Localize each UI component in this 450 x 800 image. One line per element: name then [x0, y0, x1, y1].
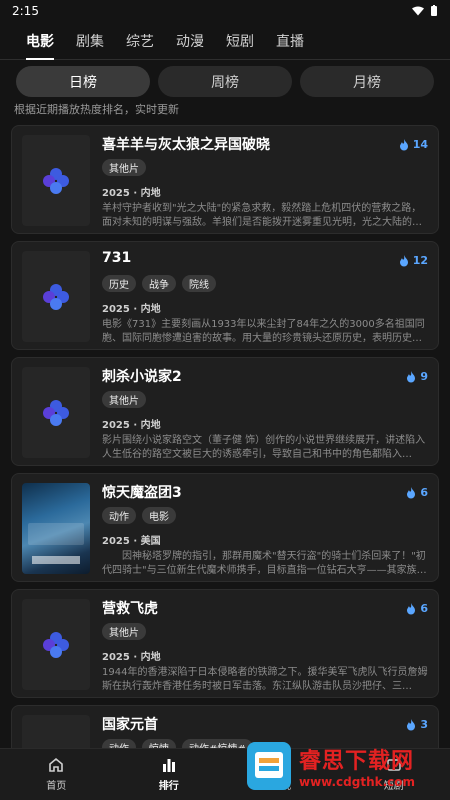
heat-value: 6 — [420, 486, 428, 499]
poster-figures — [28, 523, 84, 545]
rank-icon — [162, 759, 175, 772]
tab-series[interactable]: 剧集 — [76, 22, 104, 59]
nav-home-label: 首页 — [46, 781, 67, 792]
flame-icon — [407, 370, 416, 382]
thumbnail-placeholder — [22, 251, 90, 342]
genre-tag: 战争 — [142, 275, 176, 292]
monthly-rank-button[interactable]: 月榜 — [300, 66, 434, 97]
item-description: 1944年的香港深陷于日本侵略者的铁蹄之下。援华美军飞虎队飞行员詹姆斯在执行轰炸… — [102, 667, 428, 692]
watermark-text: 睿思下载网 www.cdgthk.com — [299, 743, 415, 789]
item-description: 羊村守护者收到"光之大陆"的紧急求救，毅然踏上危机四伏的营救之路，面对未知的明谋… — [102, 203, 422, 228]
heat-value: 14 — [412, 138, 428, 151]
placeholder-logo-icon — [43, 399, 69, 426]
category-tabs: 电影 剧集 综艺 动漫 短剧 直播 — [0, 22, 450, 60]
weekly-rank-button[interactable]: 周榜 — [158, 66, 292, 97]
home-icon — [49, 757, 64, 772]
item-title: 营救飞虎 — [102, 601, 158, 617]
heat-value: 6 — [420, 602, 428, 615]
heat-score: 6 — [406, 486, 428, 499]
genre-tag: 动作 — [102, 507, 136, 524]
heat-value: 12 — [412, 254, 428, 267]
item-title: 惊天魔盗团3 — [102, 485, 182, 501]
tab-short-drama[interactable]: 短剧 — [226, 22, 254, 59]
tag-list: 动作 电影 — [102, 507, 176, 524]
nav-home[interactable]: 首页 — [0, 749, 113, 800]
tab-anime[interactable]: 动漫 — [176, 22, 204, 59]
placeholder-logo-icon — [43, 167, 69, 194]
battery-icon — [431, 5, 437, 16]
flame-icon — [399, 254, 408, 266]
thumbnail-placeholder — [22, 367, 90, 458]
genre-tag: 历史 — [102, 275, 136, 292]
ranking-item[interactable]: 喜羊羊与灰太狼之异国破晓 14 其他片 2025 · 内地 羊村守护者收到"光之… — [11, 125, 439, 234]
flame-icon — [407, 602, 416, 614]
poster-title-art — [32, 556, 80, 564]
site-watermark: 睿思下载网 www.cdgthk.com — [247, 736, 442, 796]
movie-poster — [22, 483, 90, 574]
tab-live[interactable]: 直播 — [276, 22, 304, 59]
item-meta: 2025 · 内地 — [102, 188, 161, 199]
item-meta: 2025 · 内地 — [102, 420, 161, 431]
ranking-list: 喜羊羊与灰太狼之异国破晓 14 其他片 2025 · 内地 羊村守护者收到"光之… — [11, 125, 439, 800]
item-meta: 2025 · 内地 — [102, 304, 161, 315]
thumbnail-placeholder — [22, 135, 90, 226]
ranking-item[interactable]: 惊天魔盗团3 6 动作 电影 2025 · 美国 因神秘塔罗牌的指引，那群用魔术… — [11, 473, 439, 582]
genre-tag: 其他片 — [102, 623, 146, 640]
placeholder-logo-icon — [43, 631, 69, 658]
daily-rank-button[interactable]: 日榜 — [16, 66, 150, 97]
nav-rank[interactable]: 排行 — [113, 749, 226, 800]
tag-list: 其他片 — [102, 159, 146, 176]
placeholder-logo-icon — [43, 283, 69, 310]
wifi-icon — [412, 6, 424, 16]
item-description: 影片围绕小说家路空文（董子健 饰）创作的小说世界继续展开，讲述陷入人生低谷的路空… — [102, 435, 426, 460]
heat-score: 6 — [406, 602, 428, 615]
ranking-period-selector: 日榜 周榜 月榜 — [16, 66, 434, 97]
tag-list: 其他片 — [102, 623, 146, 640]
flame-icon — [407, 718, 416, 730]
item-title: 喜羊羊与灰太狼之异国破晓 — [102, 137, 270, 153]
item-description: 因神秘塔罗牌的指引，那群用魔术"替天行盗"的骑士们杀回来了！"初代四骑士"与三位… — [102, 551, 427, 576]
item-meta: 2025 · 美国 — [102, 536, 161, 547]
item-meta: 2025 · 内地 — [102, 652, 161, 663]
tag-list: 其他片 — [102, 391, 146, 408]
genre-tag: 电影 — [142, 507, 176, 524]
tab-movie[interactable]: 电影 — [26, 22, 54, 60]
genre-tag: 院线 — [182, 275, 216, 292]
nav-rank-label: 排行 — [158, 781, 179, 792]
heat-value: 3 — [420, 718, 428, 731]
item-description: 电影《731》主要刻画从1933年以来尘封了84年之久的3000多名祖国同胞、国… — [102, 319, 425, 344]
flame-icon — [407, 486, 416, 498]
genre-tag: 其他片 — [102, 391, 146, 408]
status-time: 2:15 — [12, 4, 39, 18]
watermark-logo-icon — [247, 742, 291, 790]
tag-list: 历史 战争 院线 — [102, 275, 216, 292]
ranking-item[interactable]: 营救飞虎 6 其他片 2025 · 内地 1944年的香港深陷于日本侵略者的铁蹄… — [11, 589, 439, 698]
ranking-item[interactable]: 731 12 历史 战争 院线 2025 · 内地 电影《731》主要刻画从19… — [11, 241, 439, 350]
item-title: 731 — [102, 250, 132, 266]
flame-icon — [399, 138, 408, 150]
ranking-hint: 根据近期播放热度排名，实时更新 — [14, 103, 179, 116]
status-bar: 2:15 — [0, 0, 450, 22]
tab-variety[interactable]: 综艺 — [126, 22, 154, 59]
ranking-item[interactable]: 刺杀小说家2 9 其他片 2025 · 内地 影片围绕小说家路空文（董子健 饰）… — [11, 357, 439, 466]
heat-score: 3 — [406, 718, 428, 731]
watermark-url: www.cdgthk.com — [299, 775, 416, 789]
heat-value: 9 — [420, 370, 428, 383]
heat-score: 9 — [406, 370, 428, 383]
status-icons — [412, 5, 438, 17]
watermark-title: 睿思下载网 — [299, 749, 415, 774]
heat-score: 14 — [399, 138, 428, 151]
item-title: 刺杀小说家2 — [102, 369, 182, 385]
thumbnail-placeholder — [22, 599, 90, 690]
item-title: 国家元首 — [102, 717, 158, 733]
genre-tag: 其他片 — [102, 159, 146, 176]
heat-score: 12 — [399, 254, 428, 267]
